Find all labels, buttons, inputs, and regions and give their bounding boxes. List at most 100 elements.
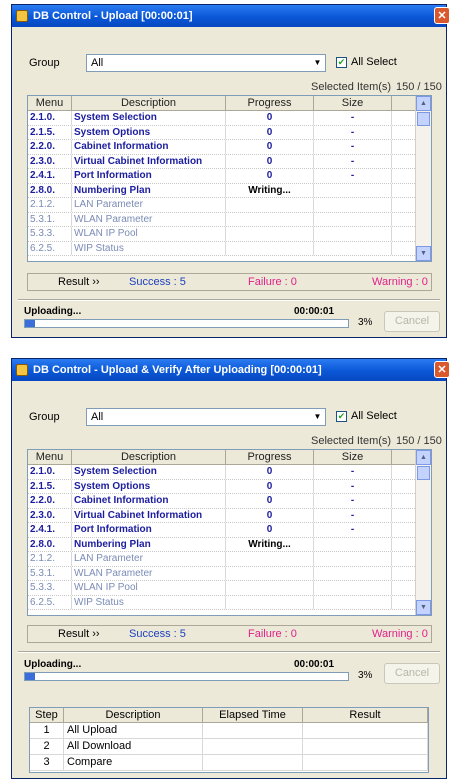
- progress-percent: 3%: [358, 317, 373, 328]
- col-step-description: Description: [64, 708, 203, 722]
- selected-items-count: 150 / 150: [396, 81, 442, 93]
- result-label: Result ››: [58, 276, 100, 288]
- scroll-down-icon[interactable]: ▼: [416, 600, 431, 615]
- title-bar[interactable]: DB Control - Upload [00:00:01] ✕: [12, 5, 449, 27]
- progress-cell: 0: [226, 154, 314, 168]
- col-progress[interactable]: Progress: [226, 96, 314, 110]
- description-cell: Virtual Cabinet Information: [72, 154, 226, 168]
- step-result: [303, 755, 428, 770]
- scroll-thumb[interactable]: [417, 112, 430, 126]
- scroll-up-icon[interactable]: ▲: [416, 450, 431, 465]
- group-value: All: [91, 411, 104, 423]
- selected-items-label: Selected Item(s): [311, 435, 392, 447]
- col-description[interactable]: Description: [72, 96, 226, 110]
- all-select-checkbox[interactable]: ✔: [336, 411, 347, 422]
- status-text: Uploading...: [24, 306, 82, 317]
- chevron-down-icon[interactable]: ▼: [310, 409, 325, 425]
- table-row[interactable]: 2.1.2. LAN Parameter: [28, 198, 431, 213]
- selected-items-count: 150 / 150: [396, 435, 442, 447]
- step-elapsed: [203, 755, 303, 770]
- menu-cell: 2.1.2.: [28, 552, 72, 566]
- group-select[interactable]: All ▼: [86, 54, 326, 72]
- table-row[interactable]: 2.1.0. System Selection 0-: [28, 465, 431, 480]
- table-row[interactable]: 2.8.0. Numbering Plan Writing...: [28, 183, 431, 198]
- close-button[interactable]: ✕: [434, 361, 449, 378]
- step-number: 2: [30, 739, 64, 754]
- description-cell: WLAN IP Pool: [72, 227, 226, 241]
- close-button[interactable]: ✕: [434, 7, 449, 24]
- scroll-thumb[interactable]: [417, 466, 430, 480]
- table-row[interactable]: 6.2.5. WIP Status: [28, 241, 431, 256]
- progress-cell: 0: [226, 523, 314, 537]
- all-select-label[interactable]: All Select: [351, 56, 397, 68]
- size-cell: -: [314, 508, 392, 522]
- size-cell: -: [314, 523, 392, 537]
- menu-cell: 2.1.2.: [28, 198, 72, 212]
- col-step: Step: [30, 708, 64, 722]
- table-row[interactable]: 5.3.1. WLAN Parameter: [28, 212, 431, 227]
- progress-cell: [226, 595, 314, 609]
- result-bar: Result ›› Success : 5 Failure : 0 Warnin…: [27, 273, 432, 291]
- cancel-button[interactable]: Cancel: [384, 311, 440, 332]
- step-description: All Download: [64, 739, 203, 754]
- table-row[interactable]: 5.3.1. WLAN Parameter: [28, 566, 431, 581]
- menu-cell: 5.3.3.: [28, 581, 72, 595]
- description-cell: System Selection: [72, 465, 226, 479]
- progress-cell: 0: [226, 111, 314, 125]
- progress-cell: 0: [226, 169, 314, 183]
- table-row[interactable]: 2.4.1. Port Information 0-: [28, 523, 431, 538]
- scroll-down-icon[interactable]: ▼: [416, 246, 431, 261]
- upload-table: Menu Description Progress Size 2.1.0. Sys…: [27, 449, 432, 616]
- menu-cell: 2.8.0.: [28, 537, 72, 551]
- scroll-up-icon[interactable]: ▲: [416, 96, 431, 111]
- table-row[interactable]: 2.1.5. System Options 0-: [28, 479, 431, 494]
- upload-verify-window: DB Control - Upload & Verify After Uploa…: [11, 358, 449, 779]
- all-select-checkbox[interactable]: ✔: [336, 57, 347, 68]
- table-row[interactable]: 2.1.2. LAN Parameter: [28, 552, 431, 567]
- table-row[interactable]: 2.2.0. Cabinet Information 0-: [28, 494, 431, 509]
- size-cell: [314, 537, 392, 551]
- table-row[interactable]: 2.1.5. System Options 0-: [28, 125, 431, 140]
- progress-cell: 0: [226, 465, 314, 479]
- vertical-scrollbar[interactable]: ▲ ▼: [415, 96, 431, 261]
- chevron-down-icon[interactable]: ▼: [310, 55, 325, 71]
- menu-cell: 2.1.5.: [28, 125, 72, 139]
- col-menu[interactable]: Menu: [28, 96, 72, 110]
- table-header: Menu Description Progress Size: [28, 450, 431, 465]
- table-row[interactable]: 2.4.1. Port Information 0-: [28, 169, 431, 184]
- col-size[interactable]: Size: [314, 450, 392, 464]
- table-row[interactable]: 2.2.0. Cabinet Information 0-: [28, 140, 431, 155]
- table-row[interactable]: 2.3.0. Virtual Cabinet Information 0-: [28, 154, 431, 169]
- table-row[interactable]: 5.3.3. WLAN IP Pool: [28, 581, 431, 596]
- step-elapsed: [203, 723, 303, 738]
- table-row[interactable]: 2.8.0. Numbering Plan Writing...: [28, 537, 431, 552]
- progress-cell: 0: [226, 494, 314, 508]
- elapsed-time: 00:00:01: [294, 306, 335, 317]
- size-cell: [314, 198, 392, 212]
- table-row[interactable]: 6.2.5. WIP Status: [28, 595, 431, 610]
- table-row[interactable]: 5.3.3. WLAN IP Pool: [28, 227, 431, 242]
- progress-fill: [25, 673, 35, 680]
- cancel-button[interactable]: Cancel: [384, 663, 440, 684]
- col-menu[interactable]: Menu: [28, 450, 72, 464]
- table-header: Menu Description Progress Size: [28, 96, 431, 111]
- all-select-label[interactable]: All Select: [351, 410, 397, 422]
- size-cell: -: [314, 169, 392, 183]
- group-select[interactable]: All ▼: [86, 408, 326, 426]
- col-progress[interactable]: Progress: [226, 450, 314, 464]
- description-cell: Numbering Plan: [72, 537, 226, 551]
- col-description[interactable]: Description: [72, 450, 226, 464]
- vertical-scrollbar[interactable]: ▲ ▼: [415, 450, 431, 615]
- title-bar[interactable]: DB Control - Upload & Verify After Uploa…: [12, 359, 449, 381]
- description-cell: WLAN Parameter: [72, 212, 226, 226]
- app-icon: [16, 10, 28, 22]
- menu-cell: 2.8.0.: [28, 183, 72, 197]
- step-elapsed: [203, 739, 303, 754]
- result-label: Result ››: [58, 628, 100, 640]
- col-size[interactable]: Size: [314, 96, 392, 110]
- upload-progress-bar: [24, 672, 349, 681]
- description-cell: Cabinet Information: [72, 494, 226, 508]
- table-row[interactable]: 2.3.0. Virtual Cabinet Information 0-: [28, 508, 431, 523]
- table-row[interactable]: 2.1.0. System Selection 0-: [28, 111, 431, 126]
- size-cell: -: [314, 494, 392, 508]
